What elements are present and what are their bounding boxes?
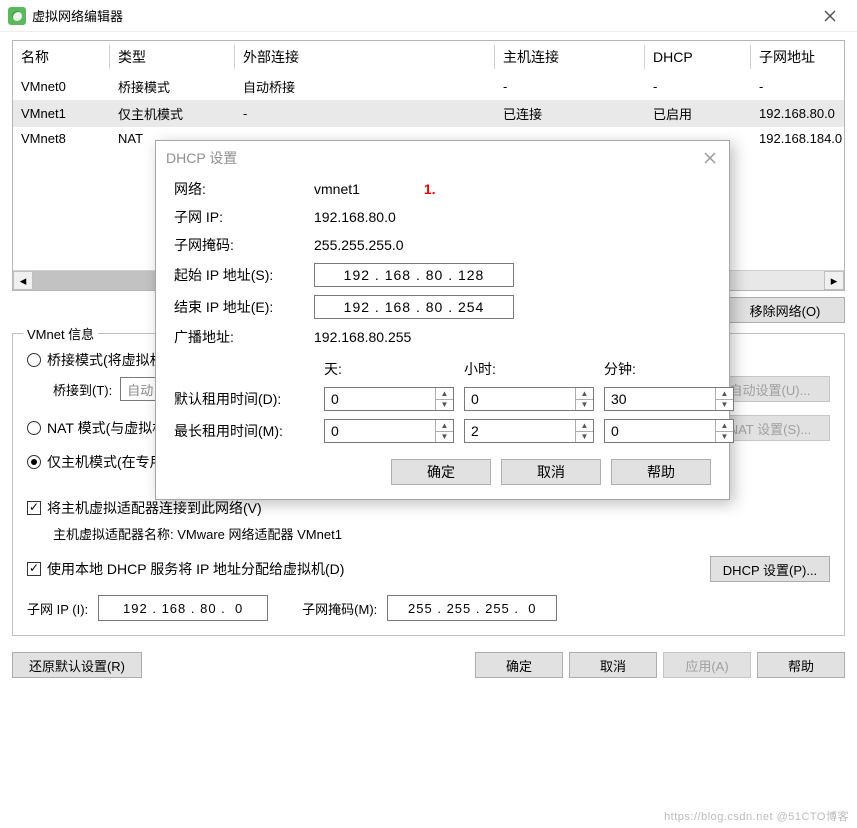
- restore-defaults-button[interactable]: 还原默认设置(R): [12, 652, 142, 678]
- connect-host-label: 将主机虚拟适配器连接到此网络(V): [47, 498, 262, 518]
- watermark: https://blog.csdn.net @51CTO博客: [664, 808, 849, 824]
- nat-radio[interactable]: [27, 421, 41, 435]
- dhcp-network-value: vmnet1: [314, 181, 360, 197]
- dhcp-subnetip-label: 子网 IP:: [174, 207, 314, 227]
- dhcp-mask-value: 255.255.255.0: [314, 237, 711, 253]
- dhcp-dialog: DHCP 设置 网络: vmnet1 1. 子网 IP: 192.168.80.…: [155, 140, 730, 500]
- use-dhcp-label: 使用本地 DHCP 服务将 IP 地址分配给虚拟机(D): [47, 559, 344, 579]
- adapter-name: 主机虚拟适配器名称: VMware 网络适配器 VMnet1: [53, 524, 830, 543]
- default-days-stepper[interactable]: ▲▼: [324, 387, 454, 411]
- dhcp-mask-label: 子网掩码:: [174, 235, 314, 255]
- bridged-to-label: 桥接到(T):: [53, 380, 112, 399]
- remove-network-button[interactable]: 移除网络(O): [725, 297, 845, 323]
- dhcp-broadcast-value: 192.168.80.255: [314, 329, 711, 345]
- col-dhcp[interactable]: DHCP: [645, 41, 751, 73]
- max-minutes-stepper[interactable]: ▲▼: [604, 419, 734, 443]
- titlebar: 虚拟网络编辑器: [0, 0, 857, 32]
- lease-hours-header: 小时:: [464, 359, 594, 379]
- dhcp-settings-button[interactable]: DHCP 设置(P)...: [710, 556, 830, 582]
- dhcp-help-button[interactable]: 帮助: [611, 459, 711, 485]
- help-button[interactable]: 帮助: [757, 652, 845, 678]
- col-name[interactable]: 名称: [13, 41, 110, 73]
- max-hours-stepper[interactable]: ▲▼: [464, 419, 594, 443]
- bridged-radio[interactable]: [27, 353, 41, 367]
- dhcp-startip-input[interactable]: [314, 263, 514, 287]
- use-dhcp-checkbox[interactable]: [27, 562, 41, 576]
- col-type[interactable]: 类型: [110, 41, 235, 73]
- subnet-ip-input[interactable]: [98, 595, 268, 621]
- dhcp-broadcast-label: 广播地址:: [174, 327, 314, 347]
- window-title: 虚拟网络编辑器: [32, 6, 123, 25]
- max-lease-label: 最长租用时间(M):: [174, 421, 314, 441]
- dhcp-dialog-title: DHCP 设置: [166, 148, 237, 168]
- cancel-button[interactable]: 取消: [569, 652, 657, 678]
- dhcp-startip-label: 起始 IP 地址(S):: [174, 265, 314, 285]
- connect-host-checkbox[interactable]: [27, 501, 41, 515]
- dhcp-ok-button[interactable]: 确定: [391, 459, 491, 485]
- col-subnet[interactable]: 子网地址: [751, 41, 844, 73]
- close-icon[interactable]: [807, 1, 853, 31]
- dhcp-network-label: 网络:: [174, 179, 314, 199]
- subnet-mask-label: 子网掩码(M):: [302, 599, 377, 618]
- dhcp-cancel-button[interactable]: 取消: [501, 459, 601, 485]
- default-minutes-stepper[interactable]: ▲▼: [604, 387, 734, 411]
- spin-up-icon: ▲: [436, 388, 453, 400]
- lease-minutes-header: 分钟:: [604, 359, 734, 379]
- hostonly-radio[interactable]: [27, 455, 41, 469]
- dhcp-subnetip-value: 192.168.80.0: [314, 209, 711, 225]
- default-lease-label: 默认租用时间(D):: [174, 389, 314, 409]
- table-row[interactable]: VMnet0桥接模式 自动桥接- --: [13, 73, 844, 100]
- app-icon: [8, 7, 26, 25]
- subnet-ip-label: 子网 IP (I):: [27, 599, 88, 618]
- col-host[interactable]: 主机连接: [495, 41, 645, 73]
- col-ext[interactable]: 外部连接: [235, 41, 495, 73]
- dhcp-endip-input[interactable]: [314, 295, 514, 319]
- apply-button[interactable]: 应用(A): [663, 652, 751, 678]
- scroll-left-icon[interactable]: ◂: [13, 271, 33, 290]
- scroll-right-icon[interactable]: ▸: [824, 271, 844, 290]
- dhcp-close-icon[interactable]: [699, 147, 721, 169]
- max-days-stepper[interactable]: ▲▼: [324, 419, 454, 443]
- table-row[interactable]: VMnet1仅主机模式 -已连接 已启用192.168.80.0: [13, 100, 844, 127]
- dhcp-endip-label: 结束 IP 地址(E):: [174, 297, 314, 317]
- default-hours-stepper[interactable]: ▲▼: [464, 387, 594, 411]
- lease-days-header: 天:: [324, 359, 454, 379]
- annotation-1: 1.: [424, 181, 436, 197]
- spin-down-icon: ▼: [436, 400, 453, 411]
- fieldset-legend: VMnet 信息: [23, 324, 98, 343]
- subnet-mask-input[interactable]: [387, 595, 557, 621]
- ok-button[interactable]: 确定: [475, 652, 563, 678]
